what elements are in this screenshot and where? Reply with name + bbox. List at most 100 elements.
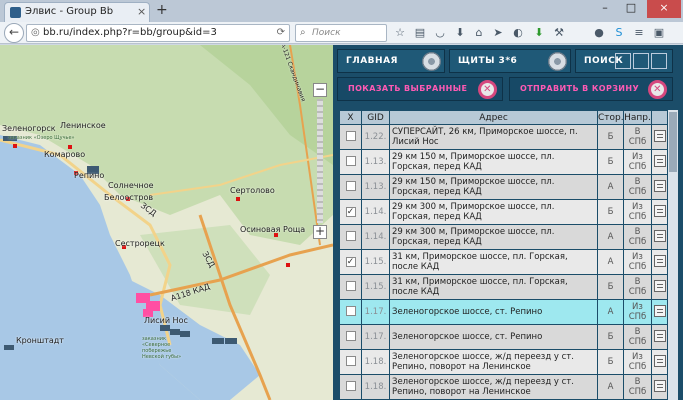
- photo-icon[interactable]: [654, 154, 666, 167]
- tab-close-icon[interactable]: ×: [137, 5, 146, 18]
- photo-icon[interactable]: [654, 254, 666, 267]
- table-row[interactable]: 1.14. 29 км 300 м, Приморское шоссе, пл. …: [339, 224, 667, 250]
- green-arrow-icon[interactable]: ⬇: [532, 26, 546, 40]
- zoom-in-button[interactable]: +: [313, 225, 327, 239]
- photo-icon[interactable]: [654, 179, 666, 192]
- extension-icon[interactable]: ▣: [652, 26, 666, 40]
- window-close-button[interactable]: ×: [647, 0, 681, 18]
- row-checkbox[interactable]: [345, 305, 356, 316]
- row-checkbox[interactable]: ✓: [345, 257, 356, 267]
- table-row[interactable]: 1.18. Зеленогорское шоссе, ж/д переезд у …: [339, 349, 667, 375]
- download-icon[interactable]: ⬇: [453, 26, 467, 40]
- show-selected-label: ПОКАЗАТЬ ВЫБРАННЫЕ: [348, 84, 468, 93]
- row-checkbox[interactable]: [345, 180, 356, 191]
- row-side: А: [597, 174, 624, 200]
- filter-box-1-icon[interactable]: [615, 53, 631, 69]
- row-photo-cell: [651, 124, 667, 150]
- row-address: 29 км 150 м, Приморское шоссе, пл. Горск…: [389, 149, 598, 175]
- row-photo-cell: [651, 174, 667, 200]
- billboards-table: X GID Адрес Стор. Напр. 1.22. СУПЕРСАЙТ, …: [339, 110, 667, 400]
- row-direction: Из СПб: [623, 299, 652, 325]
- nav-boards-button[interactable]: ЩИТЫ 3*6: [449, 49, 571, 73]
- row-side: Б: [597, 324, 624, 350]
- table-row[interactable]: ✓ 1.14. 29 км 300 м, Приморское шоссе, пл.…: [339, 199, 667, 225]
- boards-menu-icon: [548, 52, 567, 71]
- photo-icon[interactable]: [654, 129, 666, 142]
- bookmark-star-icon[interactable]: ☆: [393, 26, 407, 40]
- row-checkbox[interactable]: [345, 230, 356, 241]
- table-row[interactable]: 1.13. 29 км 150 м, Приморское шоссе, пл. …: [339, 174, 667, 200]
- send-to-cart-button[interactable]: ОТПРАВИТЬ В КОРЗИНУ ✕: [509, 77, 673, 101]
- skype-icon[interactable]: S: [612, 26, 626, 40]
- photo-icon[interactable]: [654, 329, 666, 342]
- billboards-panel: ГЛАВНАЯ ЩИТЫ 3*6 ПОИСК ПОКАЗАТЬ ВЫБРАННЫ…: [333, 45, 683, 400]
- table-row[interactable]: 1.15. 31 км, Приморское шоссе, пл. Горска…: [339, 274, 667, 300]
- clipboard-icon[interactable]: ▤: [413, 26, 427, 40]
- new-tab-button[interactable]: +: [156, 2, 168, 18]
- row-checkbox[interactable]: ✓: [345, 207, 356, 217]
- reload-icon[interactable]: ⟳: [277, 27, 285, 38]
- zoom-slider[interactable]: [317, 99, 323, 223]
- table-row[interactable]: 1.18. Зеленогорское шоссе, ж/д переезд у …: [339, 374, 667, 400]
- row-side: А: [597, 249, 624, 275]
- row-gid: 1.15.: [361, 274, 390, 300]
- map-label: Сестрорецк: [115, 239, 165, 248]
- table-row[interactable]: 1.17. Зеленогорское шоссе, ст. Репино А Из …: [339, 299, 667, 325]
- show-selected-button[interactable]: ПОКАЗАТЬ ВЫБРАННЫЕ ✕: [337, 77, 503, 101]
- row-address: 29 км 150 м, Приморское шоссе, пл. Горск…: [389, 174, 598, 200]
- browser-toolbar: ← ◎ bb.ru/index.php?r=bb/group&id=3 ⟳ ⌕ …: [0, 22, 683, 44]
- table-row[interactable]: ✓ 1.15. 31 км, Приморское шоссе, пл. Горск…: [339, 249, 667, 275]
- row-direction: В СПб: [623, 374, 652, 400]
- zoom-out-button[interactable]: −: [313, 83, 327, 97]
- nav-search-button[interactable]: ПОИСК: [575, 49, 673, 73]
- row-photo-cell: [651, 274, 667, 300]
- send-icon[interactable]: ➤: [491, 26, 505, 40]
- photo-icon[interactable]: [654, 304, 666, 317]
- filter-box-3-icon[interactable]: [651, 53, 667, 69]
- nav-main-label: ГЛАВНАЯ: [346, 56, 398, 66]
- row-select-cell: [339, 174, 362, 200]
- row-photo-cell: [651, 199, 667, 225]
- back-arrow-icon[interactable]: ←: [4, 23, 24, 43]
- row-side: Б: [597, 349, 624, 375]
- row-address: СУПЕРСАЙТ, 26 км, Приморское шоссе, п. Л…: [389, 124, 598, 150]
- address-bar[interactable]: ◎ bb.ru/index.php?r=bb/group&id=3 ⟳: [26, 24, 290, 42]
- search-input[interactable]: ⌕ Поиск: [295, 24, 387, 42]
- row-checkbox[interactable]: [345, 380, 356, 391]
- row-checkbox[interactable]: [345, 355, 356, 366]
- row-select-cell: ✓: [339, 199, 362, 225]
- reader-icon[interactable]: ◐: [511, 26, 525, 40]
- filter-box-2-icon[interactable]: [633, 53, 649, 69]
- photo-icon[interactable]: [654, 279, 666, 292]
- row-checkbox[interactable]: [345, 330, 356, 341]
- row-select-cell: [339, 124, 362, 150]
- tool-icon[interactable]: ⚒: [552, 26, 566, 40]
- photo-icon[interactable]: [654, 204, 666, 217]
- row-side: А: [597, 299, 624, 325]
- row-side: А: [597, 224, 624, 250]
- chat-icon[interactable]: ●: [592, 26, 606, 40]
- row-direction: Из СПб: [623, 249, 652, 275]
- table-row[interactable]: 1.13. 29 км 150 м, Приморское шоссе, пл. …: [339, 149, 667, 175]
- photo-icon[interactable]: [654, 379, 666, 392]
- table-row[interactable]: 1.22. СУПЕРСАЙТ, 26 км, Приморское шоссе,…: [339, 124, 667, 150]
- photo-icon[interactable]: [654, 354, 666, 367]
- menu-icon[interactable]: ≡: [632, 26, 646, 40]
- row-checkbox[interactable]: [345, 130, 356, 141]
- row-gid: 1.17.: [361, 299, 390, 325]
- home-icon[interactable]: ⌂: [472, 26, 486, 40]
- minimize-button[interactable]: –: [593, 0, 617, 18]
- nav-main-button[interactable]: ГЛАВНАЯ: [337, 49, 445, 73]
- table-header-row: X GID Адрес Стор. Напр.: [339, 110, 667, 125]
- table-scrollbar[interactable]: [668, 110, 678, 400]
- row-checkbox[interactable]: [345, 155, 356, 166]
- row-direction: В СПб: [623, 224, 652, 250]
- photo-icon[interactable]: [654, 229, 666, 242]
- maximize-button[interactable]: □: [619, 0, 643, 18]
- pocket-icon[interactable]: ◡: [433, 26, 447, 40]
- scrollbar-thumb[interactable]: [669, 112, 677, 172]
- row-checkbox[interactable]: [345, 280, 356, 291]
- map-view[interactable]: Зеленогорск Ленинское Комарово Репино Со…: [0, 45, 333, 400]
- table-row[interactable]: 1.17. Зеленогорское шоссе, ст. Репино Б В С…: [339, 324, 667, 350]
- browser-tab[interactable]: Элвис - Group Bb ×: [4, 2, 150, 22]
